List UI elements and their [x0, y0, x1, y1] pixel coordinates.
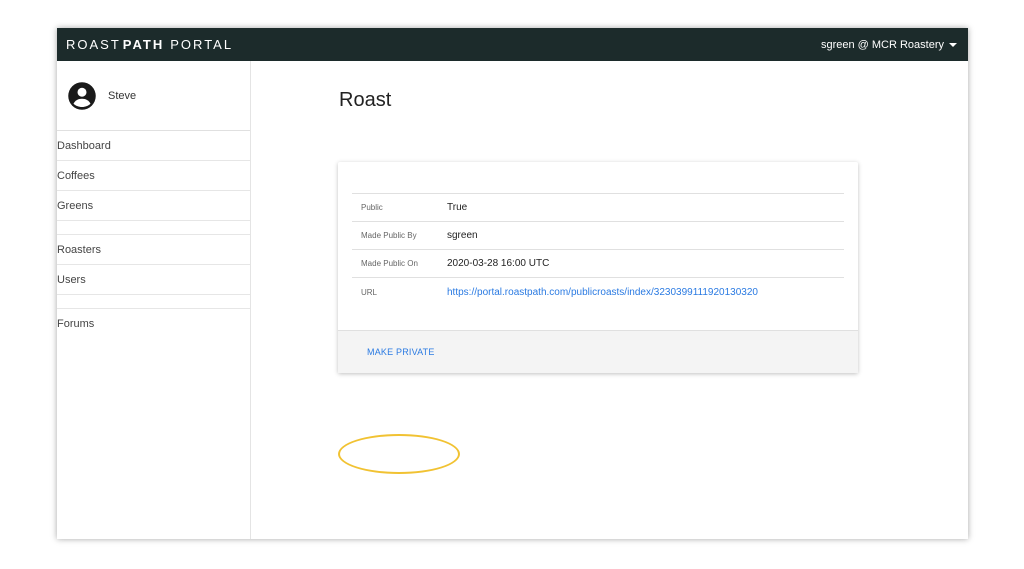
- table-row-url: URL https://portal.roastpath.com/publicr…: [352, 278, 844, 306]
- sidebar-item-label: Users: [57, 273, 86, 286]
- row-value: https://portal.roastpath.com/publicroast…: [447, 287, 758, 298]
- app-window: ROAST PATH PORTAL sgreen @ MCR Roastery …: [57, 28, 968, 539]
- table-row-public: Public True: [352, 194, 844, 222]
- brand-word-roast: ROAST: [66, 37, 121, 52]
- sidebar-item-label: Roasters: [57, 243, 102, 256]
- table-row-made-public-on: Made Public On 2020-03-28 16:00 UTC: [352, 250, 844, 278]
- row-value: 2020-03-28 16:00 UTC: [447, 258, 550, 269]
- user-menu-dropdown[interactable]: sgreen @ MCR Roastery: [821, 39, 957, 51]
- roast-public-card: Public True Made Public By sgreen Made P…: [338, 162, 858, 474]
- sidebar-item-greens[interactable]: Greens: [57, 191, 250, 221]
- top-bar: ROAST PATH PORTAL sgreen @ MCR Roastery: [57, 28, 968, 61]
- row-label: Public: [361, 203, 383, 212]
- roast-details-table: Public True Made Public By sgreen Made P…: [352, 193, 844, 306]
- sidebar-item-users[interactable]: Users: [57, 265, 250, 295]
- brand-word-path: PATH: [122, 37, 165, 52]
- sidebar-item-label: Dashboard: [57, 139, 111, 152]
- row-value: True: [447, 202, 468, 213]
- sidebar-item-label: Greens: [57, 199, 94, 212]
- public-url-link[interactable]: https://portal.roastpath.com/publicroast…: [447, 287, 758, 298]
- make-private-button[interactable]: MAKE PRIVATE: [367, 347, 435, 357]
- user-menu-label: sgreen @ MCR Roastery: [820, 38, 944, 51]
- sidebar-item-coffees[interactable]: Coffees: [57, 161, 250, 191]
- sidebar-item-dashboard[interactable]: Dashboard: [57, 131, 250, 161]
- row-label: Made Public On: [361, 259, 418, 268]
- brand-logo[interactable]: ROAST PATH PORTAL: [66, 37, 233, 52]
- profile-section[interactable]: Steve: [57, 61, 250, 131]
- card-actions: MAKE PRIVATE: [338, 330, 858, 373]
- table-row-made-public-by: Made Public By sgreen: [352, 222, 844, 250]
- page-title: Roast: [339, 89, 392, 111]
- sidebar-item-label: Coffees: [57, 169, 95, 182]
- sidebar-item-forums[interactable]: Forums: [57, 309, 250, 339]
- caret-down-icon: [949, 42, 957, 47]
- account-circle-icon: [68, 81, 96, 110]
- row-label: URL: [361, 287, 378, 297]
- sidebar-item-roasters[interactable]: Roasters: [57, 235, 250, 265]
- profile-name: Steve: [108, 89, 137, 102]
- highlight-annotation: [338, 434, 460, 474]
- sidebar-divider: [57, 221, 250, 235]
- brand-word-portal: PORTAL: [170, 37, 234, 52]
- sidebar: Steve Dashboard Coffees Greens Roasters …: [57, 61, 251, 539]
- sidebar-item-label: Forums: [57, 318, 95, 330]
- main-content: Roast Public True Made Public By sgreen …: [252, 61, 968, 539]
- sidebar-divider: [57, 295, 250, 309]
- row-value: sgreen: [447, 230, 478, 241]
- row-label: Made Public By: [361, 231, 417, 240]
